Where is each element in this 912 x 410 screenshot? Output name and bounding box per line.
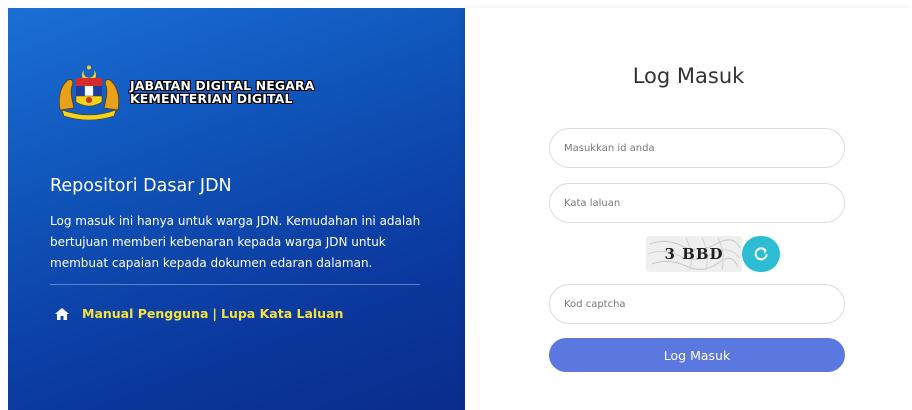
top-strip	[0, 0, 912, 8]
refresh-captcha-button[interactable]	[742, 236, 780, 272]
user-manual-link[interactable]: Manual Pengguna	[82, 306, 208, 321]
repository-title: Repositori Dasar JDN	[50, 176, 232, 196]
home-icon	[55, 307, 69, 320]
login-button[interactable]: Log Masuk	[549, 338, 845, 372]
form-title: Log Masuk	[632, 64, 745, 88]
help-links: Manual Pengguna | Lupa Kata Laluan	[54, 306, 343, 321]
login-form-panel: Log Masuk 3 BBD Log Masuk	[465, 8, 912, 410]
link-separator: |	[212, 306, 217, 321]
captcha-code: 3 BBD	[664, 245, 724, 263]
ministry-name: KEMENTERIAN DIGITAL	[130, 91, 293, 106]
coat-of-arms-icon	[58, 65, 120, 120]
login-page: JABATAN DIGITAL NEGARA KEMENTERIAN DIGIT…	[0, 0, 912, 410]
repository-description: Log masuk ini hanya untuk warga JDN. Kem…	[50, 214, 421, 270]
user-id-input[interactable]	[549, 128, 845, 168]
captcha-input[interactable]	[549, 284, 845, 324]
divider	[50, 284, 420, 285]
info-panel: JABATAN DIGITAL NEGARA KEMENTERIAN DIGIT…	[8, 8, 465, 410]
password-input[interactable]	[549, 183, 845, 223]
refresh-icon	[754, 247, 768, 261]
captcha-image: 3 BBD	[646, 236, 742, 272]
agency-logo: JABATAN DIGITAL NEGARA KEMENTERIAN DIGIT…	[54, 64, 315, 120]
forgot-password-link[interactable]: Lupa Kata Laluan	[221, 306, 343, 321]
